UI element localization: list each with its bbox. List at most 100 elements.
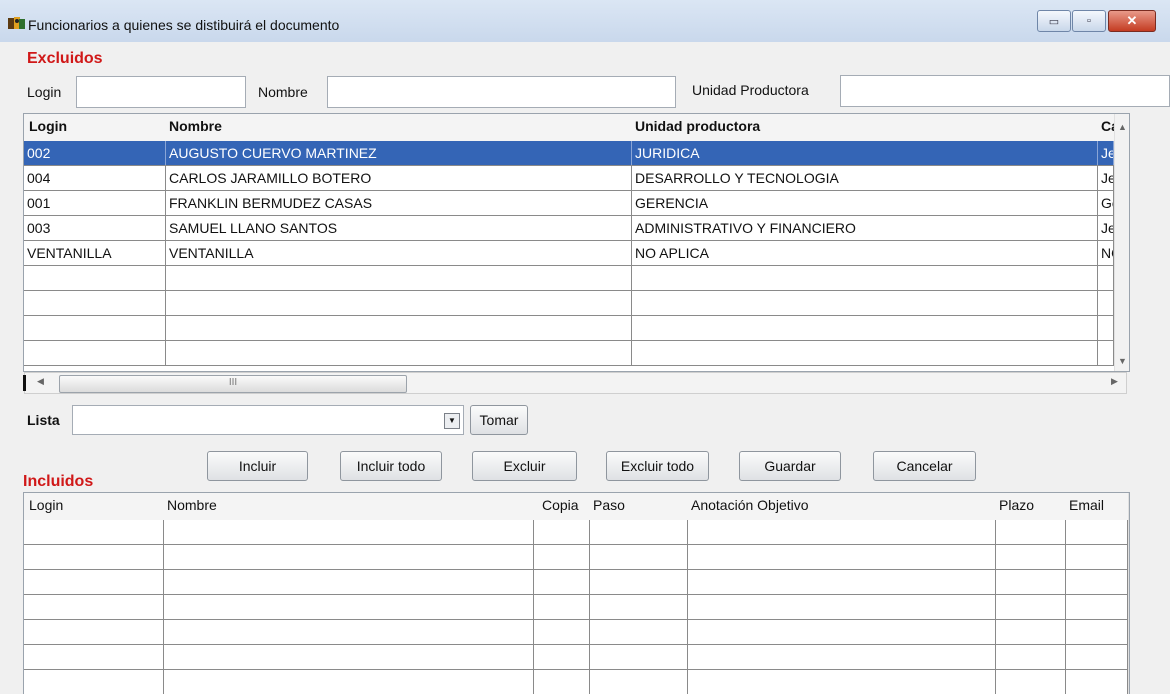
table-row[interactable]	[24, 595, 1128, 620]
cell-unidad[interactable]	[632, 291, 1098, 315]
cell-unidad[interactable]	[632, 316, 1098, 340]
cell-nombre[interactable]	[164, 645, 534, 669]
column-header-login[interactable]: Login	[26, 114, 166, 139]
cell-plazo[interactable]	[996, 570, 1066, 594]
cell-login[interactable]	[24, 520, 164, 544]
cell-cargo[interactable]	[1098, 316, 1114, 340]
close-button[interactable]: ✕	[1108, 10, 1156, 32]
cell-cargo[interactable]	[1098, 341, 1114, 365]
dropdown-arrow-icon[interactable]: ▼	[444, 413, 460, 429]
guardar-button[interactable]: Guardar	[739, 451, 841, 481]
table-row[interactable]	[24, 520, 1128, 545]
scroll-up-arrow-icon[interactable]: ▲	[1115, 122, 1129, 132]
cell-copia[interactable]	[534, 595, 590, 619]
cell-nombre[interactable]	[164, 520, 534, 544]
scroll-down-arrow-icon[interactable]: ▼	[1115, 356, 1129, 366]
cell-copia[interactable]	[534, 670, 590, 694]
column-header-cargo[interactable]: Carg	[1098, 114, 1114, 139]
cell-paso[interactable]	[590, 545, 688, 569]
column-header-copia[interactable]: Copia	[534, 493, 590, 518]
column-header-anotacion[interactable]: Anotación Objetivo	[688, 493, 996, 518]
cell-nombre[interactable]	[166, 266, 632, 290]
table-row[interactable]: 002AUGUSTO CUERVO MARTINEZJURIDICAJefe	[24, 141, 1114, 166]
cell-login[interactable]: 003	[24, 216, 166, 240]
cell-paso[interactable]	[590, 670, 688, 694]
cell-paso[interactable]	[590, 620, 688, 644]
cell-email[interactable]	[1066, 545, 1128, 569]
cell-nombre[interactable]: SAMUEL LLANO SANTOS	[166, 216, 632, 240]
cell-email[interactable]	[1066, 520, 1128, 544]
table-row[interactable]: VENTANILLAVENTANILLANO APLICANO	[24, 241, 1114, 266]
incluir-todo-button[interactable]: Incluir todo	[340, 451, 442, 481]
cell-copia[interactable]	[534, 620, 590, 644]
cell-anotacion[interactable]	[688, 595, 996, 619]
lista-dropdown[interactable]: ▼	[72, 405, 464, 435]
cell-login[interactable]	[24, 620, 164, 644]
cell-unidad[interactable]: JURIDICA	[632, 141, 1098, 165]
cell-login[interactable]: 002	[24, 141, 166, 165]
table-row[interactable]	[24, 341, 1114, 366]
cell-plazo[interactable]	[996, 645, 1066, 669]
cell-login[interactable]	[24, 670, 164, 694]
cell-unidad[interactable]	[632, 266, 1098, 290]
tomar-button[interactable]: Tomar	[470, 405, 528, 435]
cell-cargo[interactable]: Jefe	[1098, 141, 1114, 165]
column-header-nombre[interactable]: Nombre	[166, 114, 632, 139]
cell-nombre[interactable]	[164, 670, 534, 694]
table-row[interactable]	[24, 620, 1128, 645]
cell-login[interactable]: 004	[24, 166, 166, 190]
minimize-button[interactable]: ▭	[1037, 10, 1071, 32]
table-row[interactable]: 003 SAMUEL LLANO SANTOS ADMINISTRATIVO Y F…	[24, 216, 1114, 241]
cell-paso[interactable]	[590, 520, 688, 544]
column-header-email[interactable]: Email	[1066, 493, 1128, 518]
cell-nombre[interactable]: AUGUSTO CUERVO MARTINEZ	[166, 141, 632, 165]
incluir-button[interactable]: Incluir	[207, 451, 308, 481]
cell-paso[interactable]	[590, 645, 688, 669]
unidad-filter-input[interactable]	[840, 75, 1170, 107]
column-header-paso[interactable]: Paso	[590, 493, 688, 518]
column-header-nombre[interactable]: Nombre	[164, 493, 534, 518]
table-row[interactable]	[24, 670, 1128, 694]
cell-cargo[interactable]	[1098, 266, 1114, 290]
cell-cargo[interactable]: Jefe	[1098, 166, 1114, 190]
excluir-todo-button[interactable]: Excluir todo	[606, 451, 709, 481]
scroll-right-arrow-icon[interactable]: ▶	[1111, 376, 1118, 387]
cell-email[interactable]	[1066, 670, 1128, 694]
cell-cargo[interactable]: NO	[1098, 241, 1114, 265]
cell-login[interactable]	[24, 570, 164, 594]
cell-anotacion[interactable]	[688, 620, 996, 644]
cell-anotacion[interactable]	[688, 645, 996, 669]
cell-copia[interactable]	[534, 570, 590, 594]
column-header-unidad[interactable]: Unidad productora	[632, 114, 1098, 139]
cell-email[interactable]	[1066, 620, 1128, 644]
cell-nombre[interactable]: CARLOS JARAMILLO BOTERO	[166, 166, 632, 190]
cell-nombre[interactable]	[166, 341, 632, 365]
table-row[interactable]: 004 CARLOS JARAMILLO BOTERO DESARROLLO Y T…	[24, 166, 1114, 191]
cell-copia[interactable]	[534, 645, 590, 669]
nombre-filter-input[interactable]	[327, 76, 676, 108]
cell-login[interactable]	[24, 595, 164, 619]
cell-nombre[interactable]: VENTANILLA	[166, 241, 632, 265]
cell-copia[interactable]	[534, 520, 590, 544]
excluir-button[interactable]: Excluir	[472, 451, 577, 481]
cell-plazo[interactable]	[996, 520, 1066, 544]
cell-email[interactable]	[1066, 570, 1128, 594]
table-row[interactable]	[24, 570, 1128, 595]
cell-nombre[interactable]: FRANKLIN BERMUDEZ CASAS	[166, 191, 632, 215]
cell-nombre[interactable]	[164, 545, 534, 569]
table-row[interactable]	[24, 291, 1114, 316]
cell-anotacion[interactable]	[688, 670, 996, 694]
scroll-left-arrow-icon[interactable]: ◀	[37, 376, 44, 387]
cell-plazo[interactable]	[996, 670, 1066, 694]
cell-paso[interactable]	[590, 595, 688, 619]
cell-nombre[interactable]	[166, 316, 632, 340]
table-row[interactable]	[24, 645, 1128, 670]
excluidos-horizontal-scrollbar[interactable]: ◀ III ▶	[23, 372, 1127, 394]
table-row[interactable]	[24, 266, 1114, 291]
cell-unidad[interactable]: NO APLICA	[632, 241, 1098, 265]
cell-nombre[interactable]	[164, 595, 534, 619]
cell-login[interactable]	[24, 341, 166, 365]
login-filter-input[interactable]	[76, 76, 246, 108]
cell-login[interactable]	[24, 545, 164, 569]
cell-plazo[interactable]	[996, 620, 1066, 644]
